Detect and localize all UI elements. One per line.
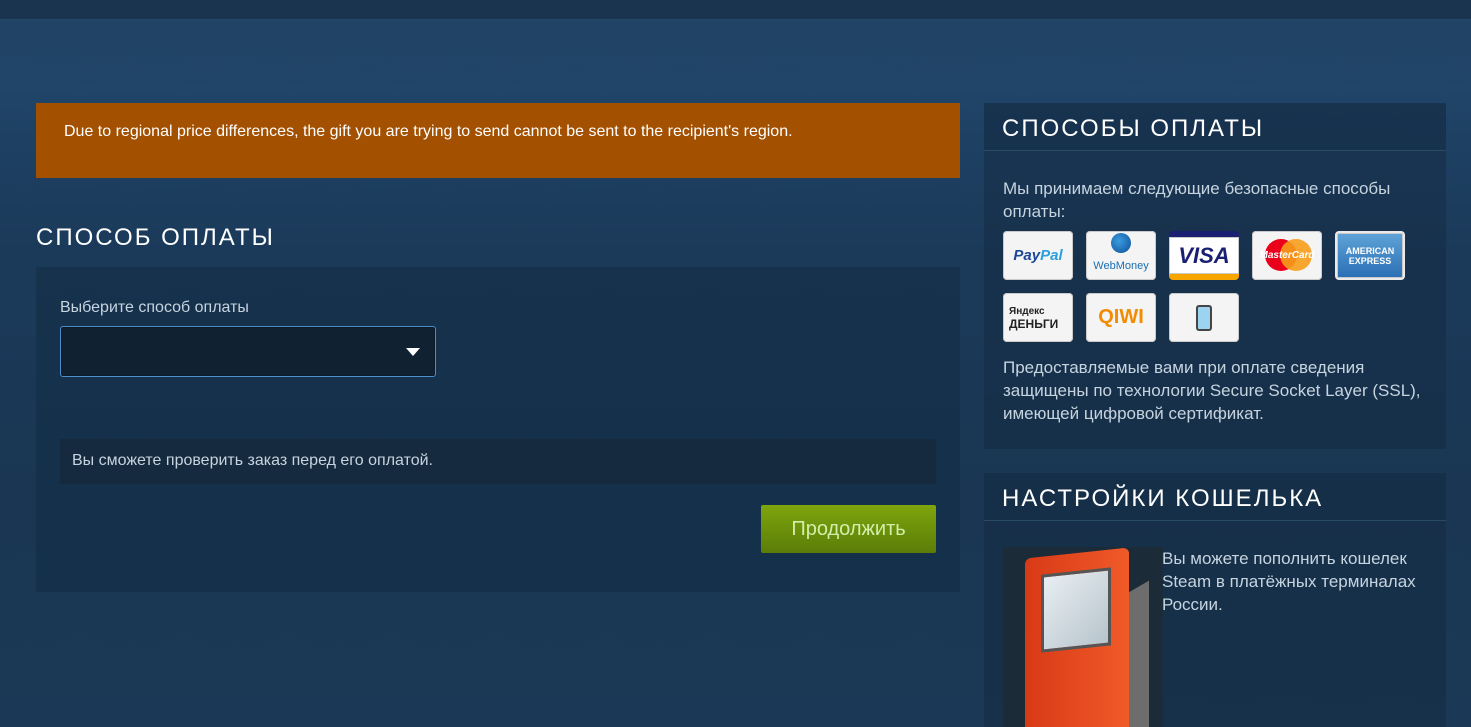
- terminal-side: [1127, 580, 1149, 727]
- yandex-text-a: Яндекс: [1009, 305, 1045, 317]
- amex-text-a: AMERICAN: [1345, 245, 1395, 256]
- visa-logo-icon: VISA: [1169, 231, 1239, 280]
- dropdown-arrow-icon: [406, 348, 420, 356]
- webmoney-logo-icon: WebMoney: [1086, 231, 1156, 280]
- yandex-money-logo-icon: Яндекс ДЕНЬГИ: [1003, 293, 1073, 342]
- top-bar: [0, 0, 1471, 20]
- payment-method-title: СПОСОБ ОПЛАТЫ: [36, 224, 275, 251]
- sidebar: СПОСОБЫ ОПЛАТЫ Мы принимаем следующие бе…: [984, 103, 1446, 727]
- mastercard-logo-icon: MasterCard: [1252, 231, 1322, 280]
- region-alert: Due to regional price differences, the g…: [36, 103, 960, 178]
- select-label: Выберите способ оплаты: [60, 299, 249, 316]
- review-notice: Вы сможете проверить заказ перед его опл…: [60, 439, 936, 484]
- ssl-text: Предоставляемые вами при оплате сведения…: [1003, 358, 1421, 423]
- yandex-text-b: ДЕНЬГИ: [1009, 316, 1059, 331]
- paypal-text-b: Pal: [1040, 247, 1063, 264]
- webmoney-text: WebMoney: [1093, 260, 1149, 272]
- terminal-screen: [1041, 567, 1111, 653]
- payment-methods-intro: Мы принимаем следующие безопасные способ…: [1003, 179, 1391, 221]
- wallet-body: Вы можете пополнить кошелек Steam в плат…: [984, 521, 1446, 727]
- mobile-phone-icon: [1169, 293, 1239, 342]
- payment-panel: Выберите способ оплаты Вы сможете провер…: [36, 267, 960, 592]
- amex-text-b: EXPRESS: [1348, 255, 1392, 266]
- payment-logos: Pay Pal WebMoney VISA MasterCard AMERICAN…: [1003, 231, 1423, 342]
- alert-message: Due to regional price differences, the g…: [64, 123, 793, 140]
- payment-method-select[interactable]: [60, 326, 436, 377]
- wallet-settings-title: НАСТРОЙКИ КОШЕЛЬКА: [984, 473, 1446, 521]
- phone-shape: [1196, 304, 1212, 331]
- mastercard-text: MasterCard: [1259, 250, 1315, 261]
- amex-logo-icon: AMERICAN EXPRESS: [1335, 231, 1405, 280]
- wallet-text: Вы можете пополнить кошелек Steam в плат…: [1162, 549, 1416, 614]
- payment-methods-body: Мы принимаем следующие безопасные способ…: [984, 151, 1446, 449]
- continue-button[interactable]: Продолжить: [761, 505, 936, 553]
- paypal-logo-icon: Pay Pal: [1003, 231, 1073, 280]
- visa-text: VISA: [1178, 243, 1230, 268]
- qiwi-text: QIWI: [1098, 306, 1144, 328]
- qiwi-logo-icon: QIWI: [1086, 293, 1156, 342]
- paypal-text-a: Pay: [1013, 247, 1041, 264]
- payment-terminal-image: [1003, 547, 1163, 727]
- payment-methods-title: СПОСОБЫ ОПЛАТЫ: [984, 103, 1446, 151]
- webmoney-globe-icon: [1111, 233, 1131, 253]
